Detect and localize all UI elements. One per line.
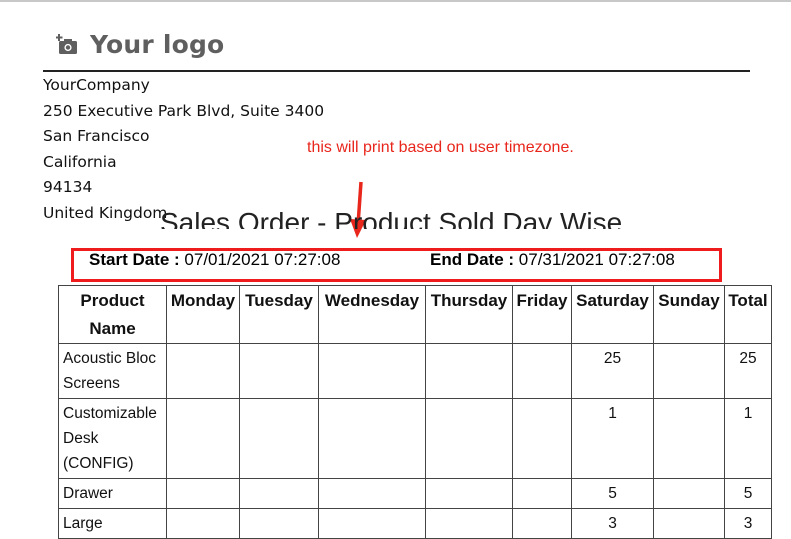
sunday-cell [653, 508, 725, 539]
saturday-cell: 5 [571, 478, 654, 509]
table-header-row: Product Name Monday Tuesday Wednesday Th… [58, 285, 772, 344]
total-cell: 25 [724, 343, 772, 399]
wednesday-cell [318, 508, 426, 539]
sunday-cell [653, 343, 725, 399]
tuesday-cell [239, 398, 319, 479]
monday-cell [166, 398, 240, 479]
thursday-cell [425, 478, 513, 509]
header-saturday: Saturday [571, 285, 654, 344]
tuesday-cell [239, 478, 319, 509]
product-name-cell: Drawer [58, 478, 167, 509]
table-row: Drawer 5 5 [58, 478, 772, 509]
monday-cell [166, 508, 240, 539]
total-cell: 5 [724, 478, 772, 509]
address-street: 250 Executive Park Blvd, Suite 3400 [43, 101, 325, 120]
product-name-cell: Customizable Desk (CONFIG) [58, 398, 167, 479]
camera-add-icon [56, 33, 77, 54]
header-product-name: Product Name [58, 285, 167, 344]
header-monday: Monday [166, 285, 240, 344]
wednesday-cell [318, 343, 426, 399]
header-total: Total [724, 285, 772, 344]
sunday-cell [653, 478, 725, 509]
saturday-cell: 3 [571, 508, 654, 539]
table-row: Customizable Desk (CONFIG) 1 1 [58, 398, 772, 479]
table-row: Acoustic Bloc Screens 25 25 [58, 343, 772, 399]
wednesday-cell [318, 398, 426, 479]
end-date-label: End Date : [430, 250, 515, 269]
start-date-label: Start Date : [89, 250, 180, 269]
company-name: YourCompany [43, 76, 150, 94]
timezone-note: this will print based on user timezone. [307, 139, 574, 156]
start-date-value: 07/01/2021 07:27:08 [184, 250, 341, 269]
table-row: Large 3 3 [58, 508, 772, 539]
wednesday-cell [318, 478, 426, 509]
logo-text: Your logo [90, 30, 225, 59]
product-name-cell: Large [58, 508, 167, 539]
address-city: San Francisco [43, 127, 150, 146]
monday-cell [166, 478, 240, 509]
monday-cell [166, 343, 240, 399]
header-sunday: Sunday [653, 285, 725, 344]
saturday-cell: 25 [571, 343, 654, 399]
friday-cell [512, 478, 572, 509]
start-date: Start Date : 07/01/2021 07:27:08 [89, 250, 340, 270]
total-cell: 1 [724, 398, 772, 479]
header-wednesday: Wednesday [318, 285, 426, 344]
address-state: California [43, 152, 117, 171]
tuesday-cell [239, 343, 319, 399]
sales-table: Product Name Monday Tuesday Wednesday Th… [58, 285, 772, 539]
end-date: End Date : 07/31/2021 07:27:08 [430, 250, 675, 270]
report-title: Sales Order - Product Sold Day Wise [160, 207, 623, 229]
header-tuesday: Tuesday [239, 285, 319, 344]
friday-cell [512, 508, 572, 539]
thursday-cell [425, 508, 513, 539]
friday-cell [512, 398, 572, 479]
address-zip: 94134 [43, 178, 93, 197]
header-divider [43, 70, 750, 72]
saturday-cell: 1 [571, 398, 654, 479]
top-border [0, 0, 791, 2]
thursday-cell [425, 398, 513, 479]
end-date-value: 07/31/2021 07:27:08 [518, 250, 675, 269]
thursday-cell [425, 343, 513, 399]
header-friday: Friday [512, 285, 572, 344]
total-cell: 3 [724, 508, 772, 539]
sunday-cell [653, 398, 725, 479]
friday-cell [512, 343, 572, 399]
product-name-cell: Acoustic Bloc Screens [58, 343, 167, 399]
header-thursday: Thursday [425, 285, 513, 344]
company-logo: Your logo [56, 30, 224, 59]
tuesday-cell [239, 508, 319, 539]
